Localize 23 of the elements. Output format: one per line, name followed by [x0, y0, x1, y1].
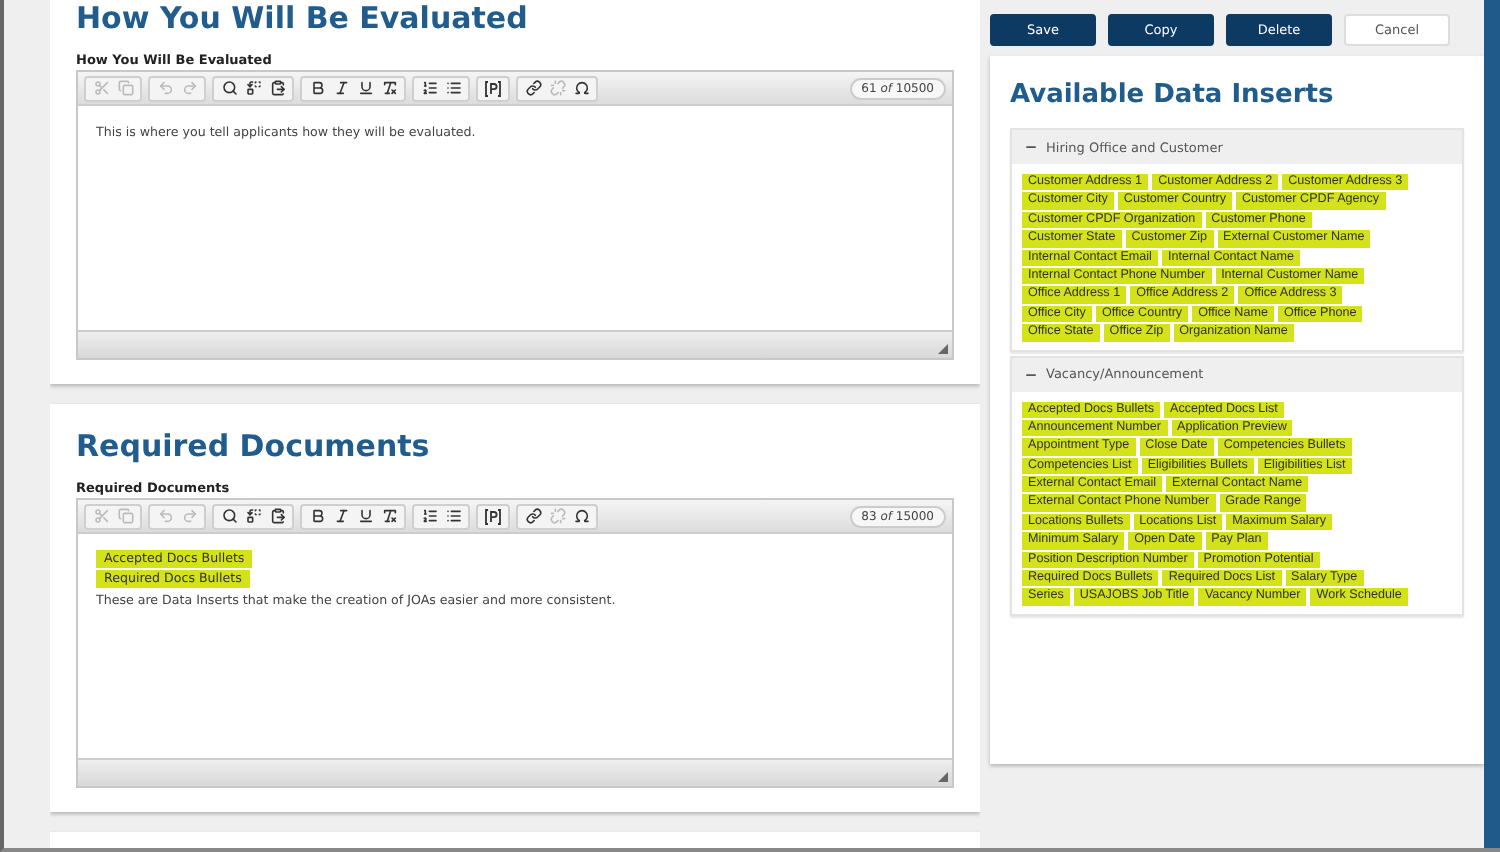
omega-button[interactable] — [570, 507, 592, 525]
section-title: Required Documents — [76, 428, 432, 464]
panel-title: Available Data Inserts — [1010, 80, 1336, 110]
clear-format-button[interactable] — [378, 507, 400, 525]
search-button[interactable] — [218, 507, 240, 525]
paste-button[interactable] — [266, 79, 288, 97]
search-button[interactable] — [218, 79, 240, 97]
replace-button[interactable] — [242, 79, 264, 97]
paste-button[interactable] — [266, 507, 288, 525]
replace-button[interactable] — [242, 507, 264, 525]
placeholder-button[interactable] — [482, 79, 504, 97]
link-button[interactable] — [522, 79, 544, 97]
resize-handle-icon[interactable] — [938, 772, 948, 782]
numbered-list-button[interactable] — [418, 507, 440, 525]
section-title: How You Will Be Evaluated — [76, 0, 530, 36]
omega-button[interactable] — [570, 79, 592, 97]
link-button[interactable] — [522, 507, 544, 525]
underline-button[interactable] — [354, 79, 376, 97]
numbered-list-button[interactable] — [418, 79, 440, 97]
underline-button[interactable] — [354, 507, 376, 525]
clear-format-button[interactable] — [378, 79, 400, 97]
placeholder-button[interactable] — [482, 507, 504, 525]
resize-handle-icon[interactable] — [938, 344, 948, 354]
